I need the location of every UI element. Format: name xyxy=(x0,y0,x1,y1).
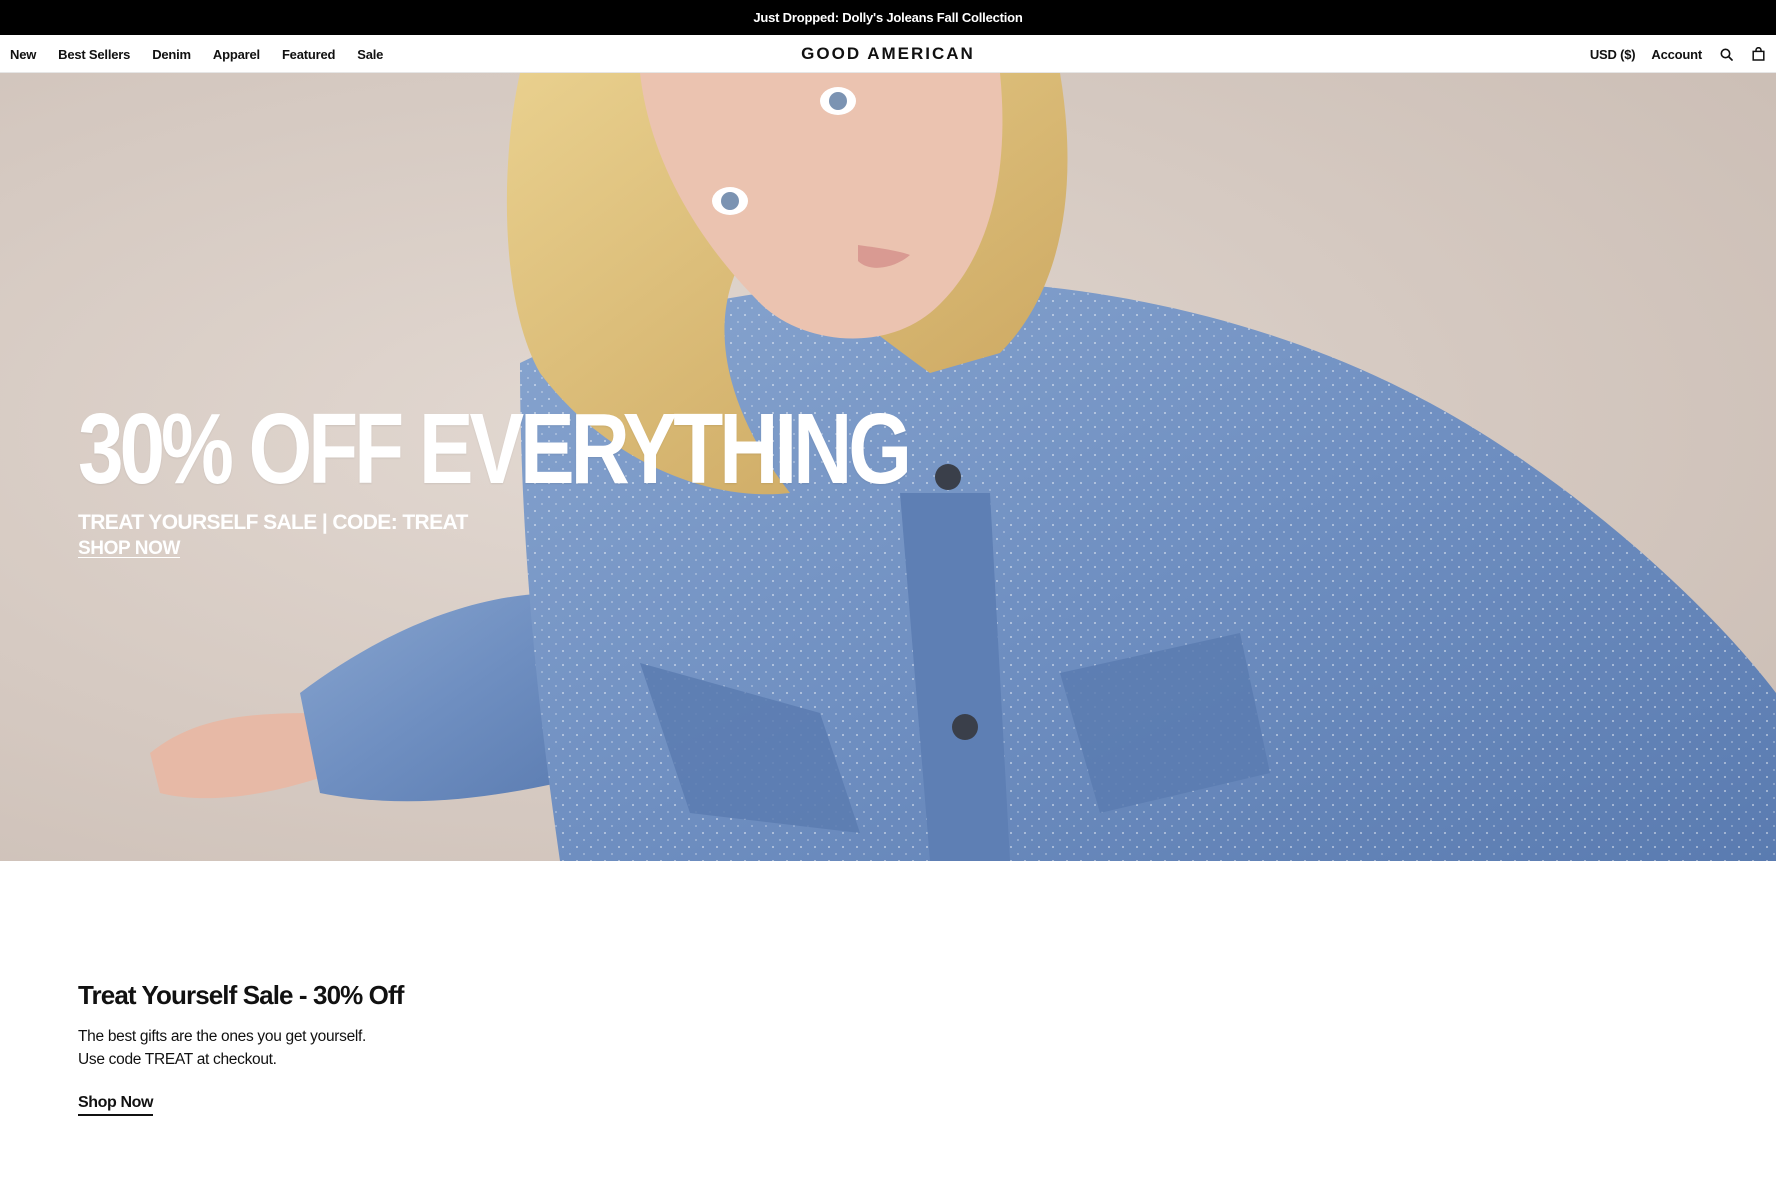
site-header: New Best Sellers Denim Apparel Featured … xyxy=(0,35,1776,73)
nav-item-new[interactable]: New xyxy=(10,47,36,62)
currency-selector[interactable]: USD ($) xyxy=(1590,47,1636,62)
promo-description: The best gifts are the ones you get your… xyxy=(78,1025,404,1071)
bag-icon[interactable] xyxy=(1750,46,1766,62)
brand-logo[interactable]: GOOD AMERICAN xyxy=(801,44,975,64)
nav-item-best-sellers[interactable]: Best Sellers xyxy=(58,47,130,62)
main-nav: New Best Sellers Denim Apparel Featured … xyxy=(10,35,405,73)
promo-section: Treat Yourself Sale - 30% Off The best g… xyxy=(78,980,404,1116)
nav-item-denim[interactable]: Denim xyxy=(152,47,191,62)
announcement-bar: Just Dropped: Dolly's Joleans Fall Colle… xyxy=(0,0,1776,35)
search-icon[interactable] xyxy=(1718,46,1734,62)
utility-nav: USD ($) Account xyxy=(1574,35,1766,73)
hero-subheadline: TREAT YOURSELF SALE | CODE: TREAT xyxy=(78,511,468,534)
hero-shop-now-link[interactable]: SHOP NOW xyxy=(78,538,180,560)
hero-text: 30% OFF EVERYTHING TREAT YOURSELF SALE |… xyxy=(78,399,1090,560)
nav-item-sale[interactable]: Sale xyxy=(357,47,383,62)
nav-item-featured[interactable]: Featured xyxy=(282,47,336,62)
hero-banner[interactable]: 30% OFF EVERYTHING TREAT YOURSELF SALE |… xyxy=(0,73,1776,861)
nav-item-apparel[interactable]: Apparel xyxy=(213,47,260,62)
promo-line-1: The best gifts are the ones you get your… xyxy=(78,1028,367,1045)
hero-headline: 30% OFF EVERYTHING xyxy=(78,393,912,505)
promo-line-2: Use code TREAT at checkout. xyxy=(78,1051,277,1068)
account-link[interactable]: Account xyxy=(1651,47,1702,62)
promo-shop-now-link[interactable]: Shop Now xyxy=(78,1094,153,1116)
promo-title: Treat Yourself Sale - 30% Off xyxy=(78,980,404,1010)
announcement-link[interactable]: Just Dropped: Dolly's Joleans Fall Colle… xyxy=(753,10,1023,25)
